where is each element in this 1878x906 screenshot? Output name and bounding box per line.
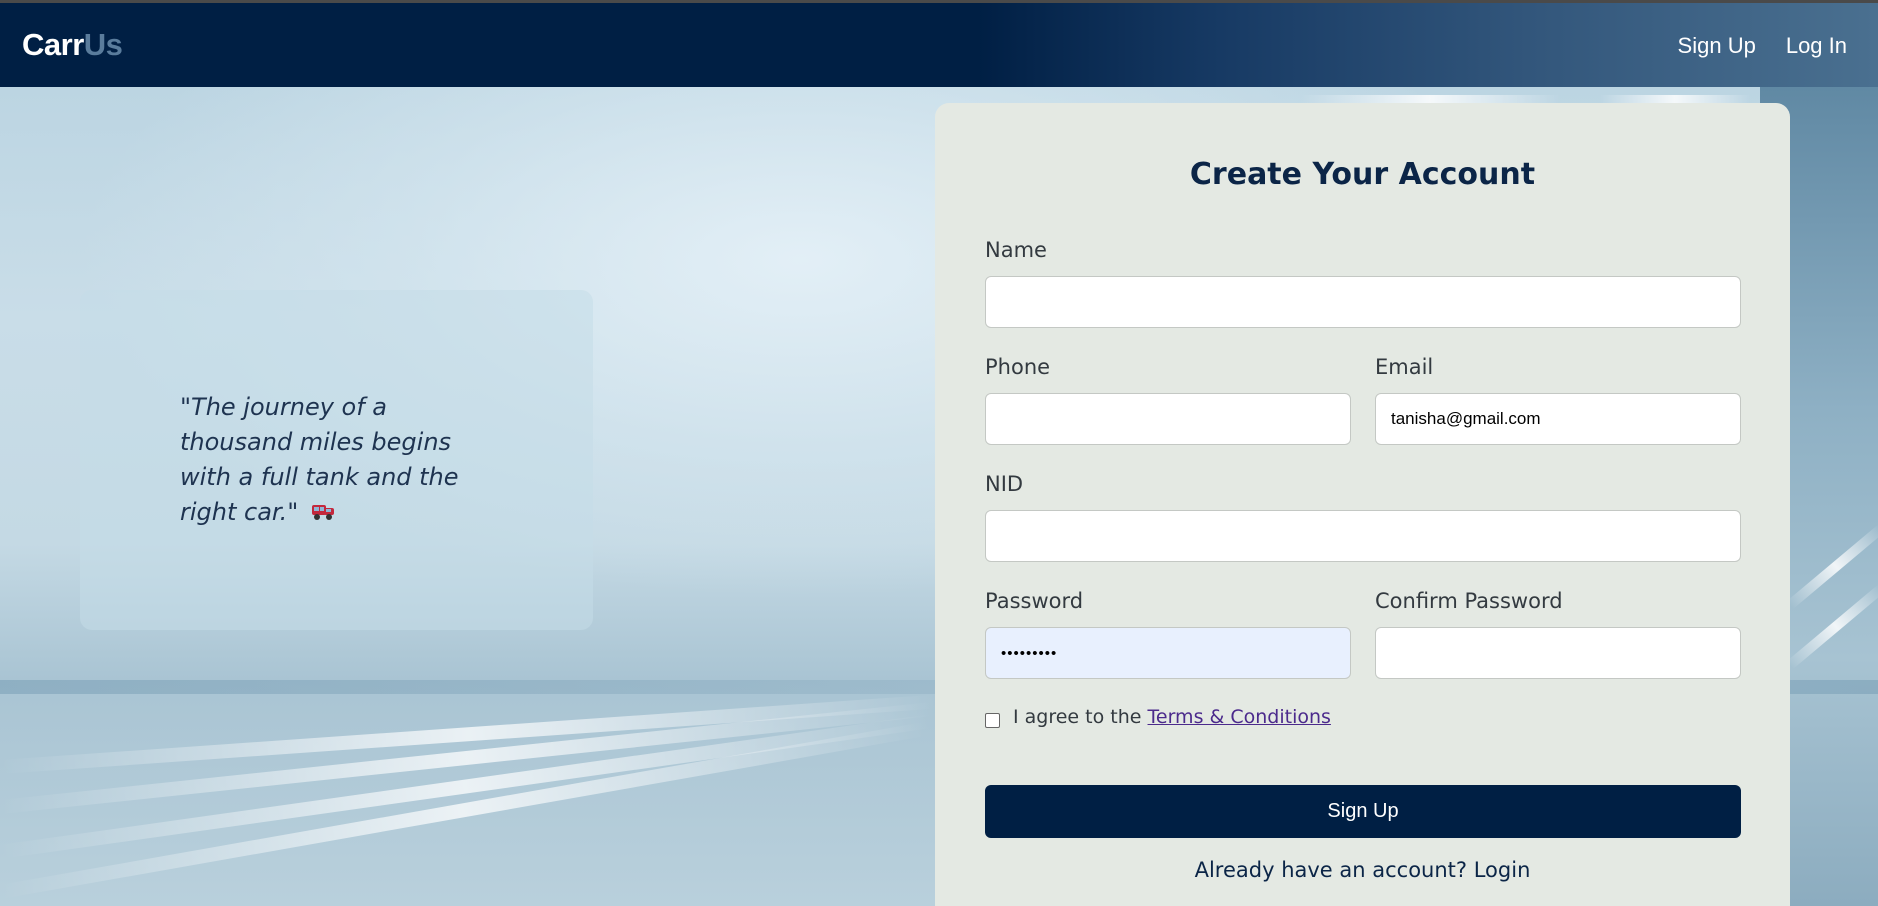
nid-label: NID — [985, 472, 1024, 496]
confirm-password-input[interactable] — [1375, 627, 1741, 679]
phone-input[interactable] — [985, 393, 1351, 445]
terms-agreement: I agree to the Terms & Conditions — [1013, 706, 1331, 728]
password-label: Password — [985, 589, 1084, 613]
nid-input[interactable] — [985, 510, 1741, 562]
logo-accent-text: Us — [83, 27, 123, 62]
terms-prefix-text: I agree to the — [1013, 706, 1142, 728]
login-prompt-text[interactable]: Already have an account? Login — [1195, 858, 1531, 882]
quote-block: "The journey of a thousand miles begins … — [180, 390, 480, 530]
sign-up-button[interactable]: Sign Up — [985, 785, 1741, 838]
nav-sign-up-link[interactable]: Sign Up — [1678, 33, 1756, 59]
email-label: Email — [1375, 355, 1434, 379]
car-icon — [310, 496, 336, 520]
top-navbar: CarrUs Sign Up Log In — [0, 0, 1878, 87]
terms-checkbox[interactable] — [985, 713, 1000, 728]
brand-logo[interactable]: CarrUs — [22, 27, 123, 63]
login-prompt[interactable]: Already have an account? Login — [935, 858, 1790, 882]
form-title: Create Your Account — [1189, 157, 1536, 192]
nav-links: Sign Up Log In — [1678, 33, 1847, 59]
logo-text: Carr — [22, 27, 84, 62]
phone-label: Phone — [985, 355, 1051, 379]
name-input[interactable] — [985, 276, 1741, 328]
terms-conditions-link[interactable]: Terms & Conditions — [1148, 706, 1331, 728]
signup-panel: Create Your Account Name Phone Email NID… — [935, 103, 1790, 906]
quote-card: "The journey of a thousand miles begins … — [80, 290, 593, 630]
email-input[interactable] — [1375, 393, 1741, 445]
password-input[interactable] — [985, 627, 1351, 679]
nav-log-in-link[interactable]: Log In — [1786, 33, 1847, 59]
background-light-stripe — [0, 721, 927, 899]
confirm-password-label: Confirm Password — [1375, 589, 1563, 613]
name-label: Name — [985, 238, 1047, 262]
